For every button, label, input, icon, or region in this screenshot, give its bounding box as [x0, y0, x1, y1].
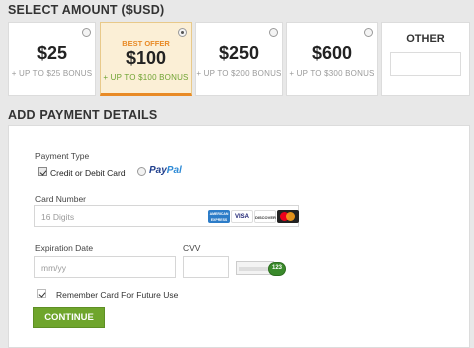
card-payment-checkbox[interactable] [38, 167, 47, 176]
amount-bonus: + UP TO $300 BONUS [289, 69, 375, 78]
remember-card-checkbox[interactable] [37, 289, 46, 298]
amount-option-100[interactable]: BEST OFFER $100 + UP TO $100 BONUS [100, 22, 192, 96]
amount-value: $25 [36, 43, 68, 63]
card-logos: AMERICAN EXPRESS VISA DISCOVER [208, 210, 299, 223]
amount-radio[interactable] [269, 28, 278, 37]
cvv-hint-icon: 123 [236, 258, 286, 280]
discover-icon: DISCOVER [254, 210, 276, 223]
select-amount-title: SELECT AMOUNT ($USD) [8, 3, 165, 17]
amount-option-600[interactable]: $600 + UP TO $300 BONUS [286, 22, 378, 96]
cvv-hint-badge: 123 [268, 262, 286, 276]
cvv-label: CVV [183, 243, 201, 253]
amount-bonus: + UP TO $100 BONUS [103, 73, 189, 82]
amount-radio[interactable] [364, 28, 373, 37]
amount-option-25[interactable]: $25 + UP TO $25 BONUS [8, 22, 96, 96]
amount-value: $100 [125, 48, 167, 68]
amount-radio-selected[interactable] [178, 28, 187, 37]
amount-radio[interactable] [82, 28, 91, 37]
cvv-card-signature [239, 267, 269, 271]
paypal-logo-pal: Pal [166, 165, 182, 176]
card-number-label: Card Number [35, 194, 87, 204]
amount-options: $25 + UP TO $25 BONUS BEST OFFER $100 + … [8, 22, 470, 96]
other-label: OTHER [406, 33, 445, 45]
amount-bonus: + UP TO $25 BONUS [11, 69, 93, 78]
mastercard-icon [277, 210, 299, 223]
mastercard-yellow-circle [286, 212, 295, 221]
continue-button[interactable]: CONTINUE [33, 307, 105, 328]
expiration-date-label: Expiration Date [35, 243, 94, 253]
amount-bonus: + UP TO $200 BONUS [196, 69, 282, 78]
amount-option-other[interactable]: OTHER [381, 22, 470, 96]
amex-icon: AMERICAN EXPRESS [208, 210, 230, 223]
visa-icon: VISA [231, 210, 253, 223]
amount-value: $250 [218, 43, 260, 63]
other-amount-input[interactable] [390, 52, 461, 76]
amount-value: $600 [311, 43, 353, 63]
paypal-radio[interactable] [137, 167, 146, 176]
remember-card-label: Remember Card For Future Use [56, 290, 179, 300]
expiration-date-input[interactable]: mm/yy [34, 256, 176, 278]
payment-details-title: ADD PAYMENT DETAILS [8, 108, 158, 122]
best-offer-tag: BEST OFFER [122, 39, 170, 48]
paypal-logo-pay: Pay [149, 165, 167, 176]
amount-option-250[interactable]: $250 + UP TO $200 BONUS [195, 22, 283, 96]
paypal-logo: PayPal [149, 165, 182, 176]
payment-type-label: Payment Type [35, 151, 90, 161]
card-payment-label: Credit or Debit Card [50, 168, 126, 178]
cvv-input[interactable] [183, 256, 229, 278]
